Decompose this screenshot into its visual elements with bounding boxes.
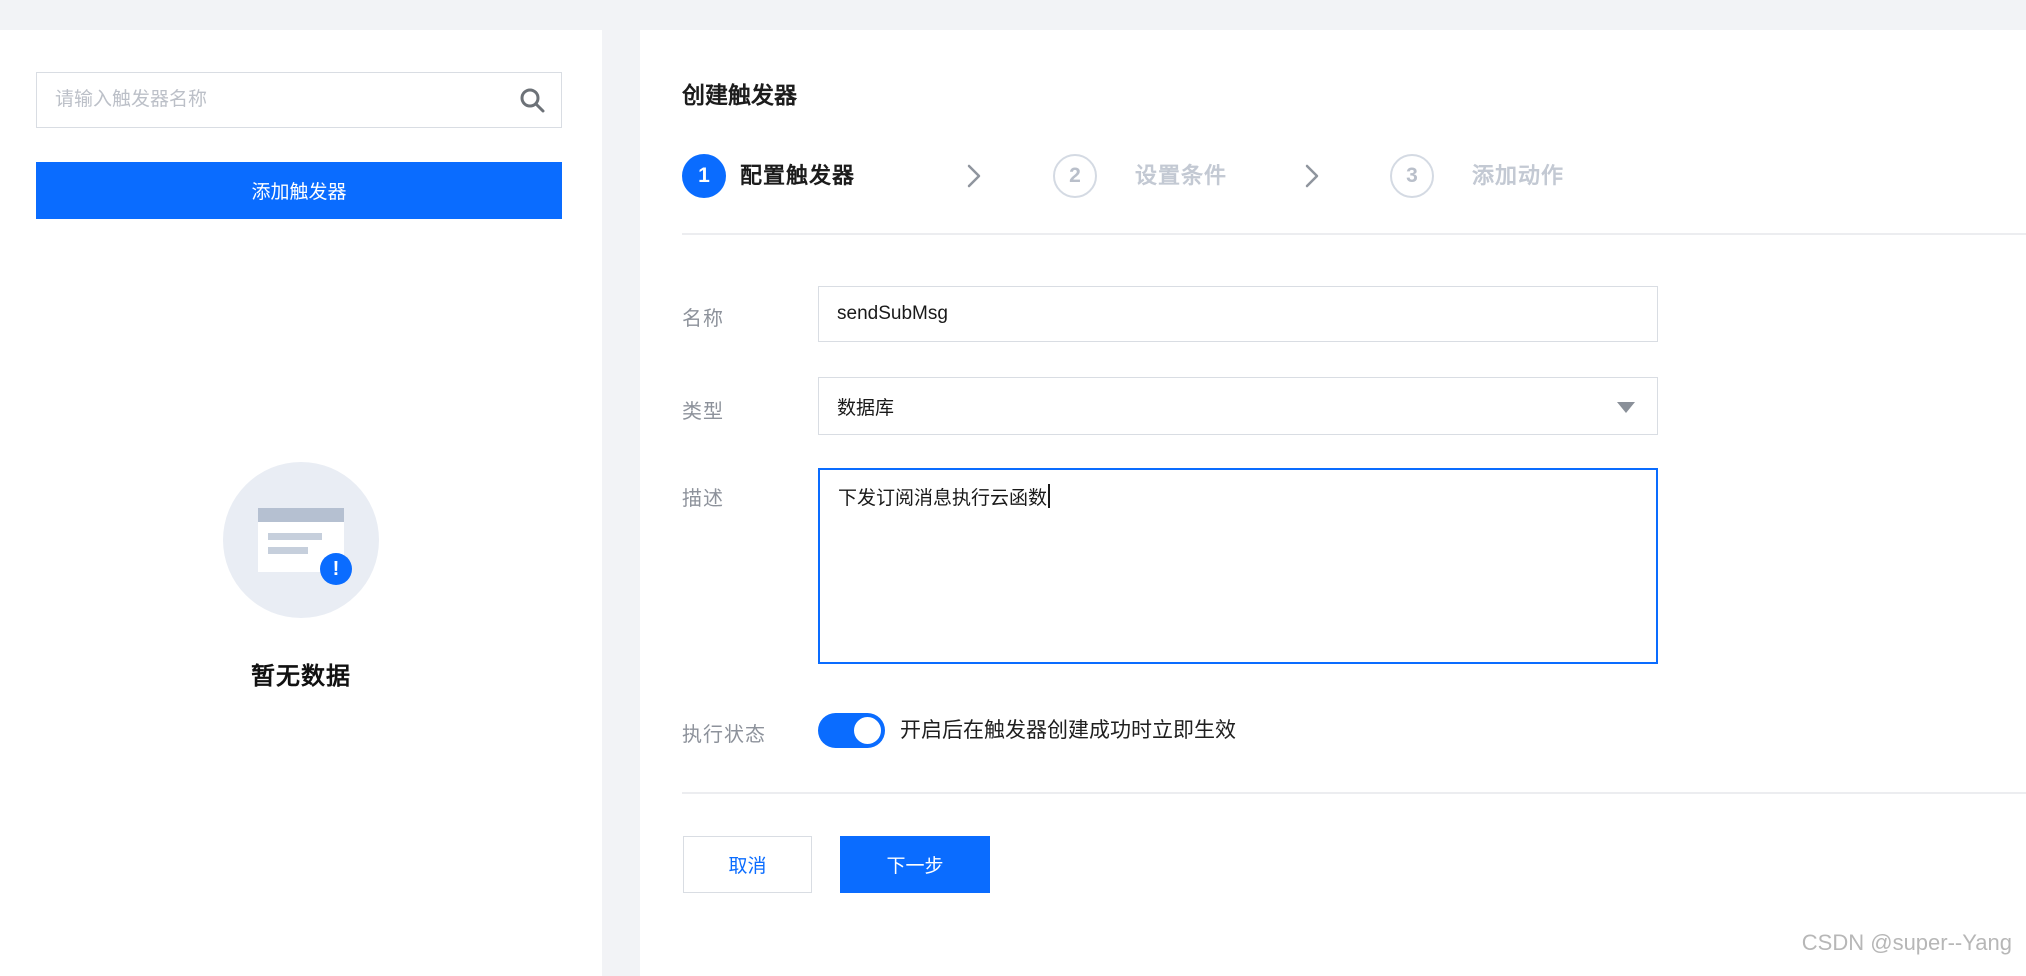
footer-divider xyxy=(682,792,2026,794)
step-1-circle: 1 xyxy=(682,154,726,198)
create-trigger-panel: 创建触发器 1 配置触发器 2 设置条件 3 添加动作 名称 类型 数据库 描述… xyxy=(640,30,2026,976)
document-text-line xyxy=(268,547,308,554)
step-3-circle: 3 xyxy=(1390,154,1434,198)
step-2-label: 设置条件 xyxy=(1135,154,1227,198)
trigger-list-sidebar: 添加触发器 ! 暂无数据 xyxy=(0,30,602,976)
chevron-right-icon xyxy=(960,163,986,189)
empty-state: ! 暂无数据 xyxy=(0,462,602,691)
execution-status-toggle[interactable] xyxy=(818,713,885,748)
trigger-search-input[interactable] xyxy=(37,73,517,127)
empty-state-text: 暂无数据 xyxy=(0,656,602,691)
chevron-down-icon xyxy=(1617,402,1635,413)
page-title: 创建触发器 xyxy=(682,76,797,110)
text-caret xyxy=(1048,484,1050,508)
next-step-button[interactable]: 下一步 xyxy=(840,836,990,893)
step-1-label: 配置触发器 xyxy=(740,154,855,198)
empty-state-icon: ! xyxy=(223,462,379,618)
trigger-type-select[interactable]: 数据库 xyxy=(818,377,1658,435)
document-header-bar xyxy=(258,508,344,522)
name-field-label: 名称 xyxy=(682,302,724,331)
trigger-name-input[interactable] xyxy=(818,286,1658,342)
status-hint-text: 开启后在触发器创建成功时立即生效 xyxy=(900,713,1236,748)
trigger-search-box xyxy=(36,72,562,128)
trigger-type-value: 数据库 xyxy=(837,393,894,420)
action-buttons: 取消 下一步 xyxy=(640,836,2026,893)
steps-divider xyxy=(682,233,2026,235)
trigger-description-value: 下发订阅消息执行云函数 xyxy=(838,488,1047,509)
search-icon[interactable] xyxy=(517,85,547,115)
add-trigger-button[interactable]: 添加触发器 xyxy=(36,162,562,219)
trigger-description-textarea[interactable]: 下发订阅消息执行云函数 xyxy=(818,468,1658,664)
watermark-text: CSDN @super--Yang xyxy=(1802,930,2012,956)
execution-status-row: 开启后在触发器创建成功时立即生效 xyxy=(640,713,2026,748)
exclamation-badge-icon: ! xyxy=(320,553,352,585)
step-3-label: 添加动作 xyxy=(1472,154,1564,198)
type-field-label: 类型 xyxy=(682,395,724,424)
chevron-right-icon xyxy=(1298,163,1324,189)
step-2-circle: 2 xyxy=(1053,154,1097,198)
description-field-label: 描述 xyxy=(682,482,724,511)
wizard-steps: 1 配置触发器 2 设置条件 3 添加动作 xyxy=(640,154,2026,198)
document-text-line xyxy=(268,533,322,540)
toggle-knob xyxy=(852,715,883,746)
cancel-button[interactable]: 取消 xyxy=(683,836,812,893)
